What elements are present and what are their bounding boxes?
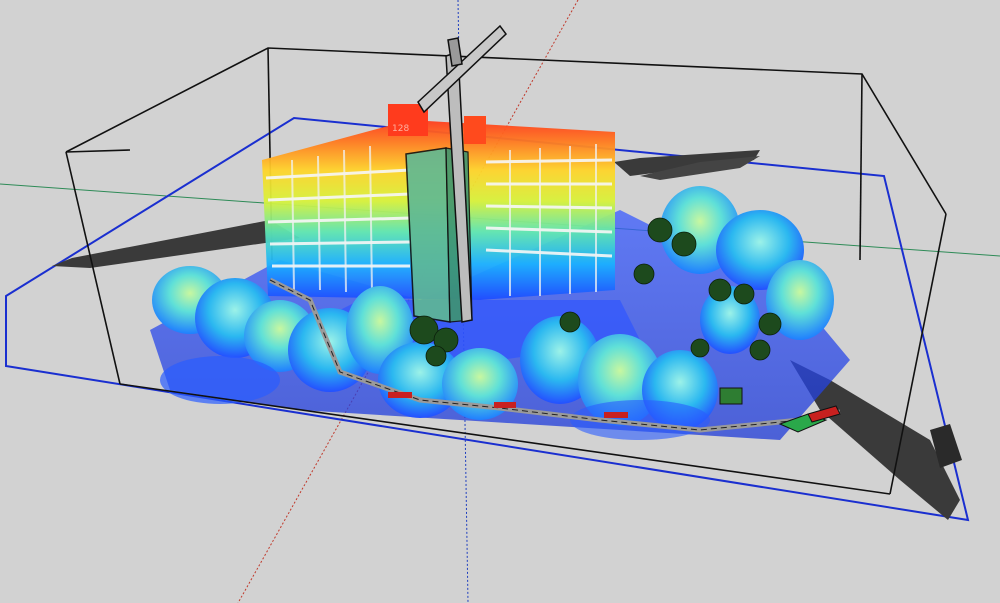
point-cloud-scene[interactable] bbox=[0, 0, 1000, 603]
site-container bbox=[719, 387, 743, 405]
3d-viewport[interactable]: 128 bbox=[0, 0, 1000, 603]
glass-core-tower bbox=[405, 147, 451, 323]
building-point-cloud bbox=[262, 104, 615, 323]
